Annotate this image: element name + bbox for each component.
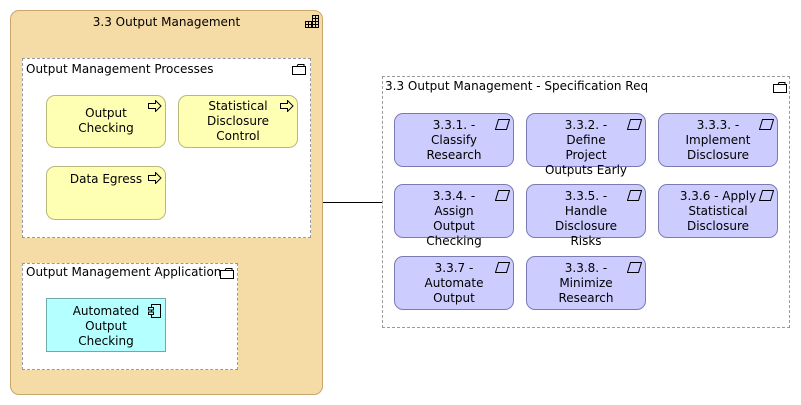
requirement-icon [495, 262, 510, 273]
output-management-title: 3.3 Output Management [92, 15, 241, 29]
processes-group-label: Output Management Processes [26, 62, 214, 76]
folder-icon [292, 64, 306, 75]
process-label: Statistical Disclosure Control [206, 99, 269, 143]
application-label: Automated Output Checking [72, 304, 140, 348]
requirement-label: 3.3.6 - Apply Statistical Disclosure [679, 189, 757, 233]
process-arrow-icon [148, 172, 162, 184]
folder-icon [220, 268, 234, 279]
association-connector[interactable] [323, 202, 383, 203]
requirement-icon [759, 190, 774, 201]
process-label: Data Egress [69, 172, 143, 186]
requirement-label: 3.3.1. - Classify Research [426, 118, 482, 162]
requirement-icon [495, 190, 510, 201]
requirement-icon [627, 190, 642, 201]
requirement-icon [759, 119, 774, 130]
application-group-label: Output Management Application [26, 265, 222, 279]
specification-group-label: 3.3 Output Management - Specification Re… [385, 79, 649, 93]
requirement-label: 3.3.8. - Minimize Research [558, 261, 614, 305]
folder-icon [773, 82, 787, 93]
requirement-icon [627, 119, 642, 130]
requirement-label: 3.3.2. - Define Project Outputs Early [544, 118, 628, 177]
process-label: Output Checking [78, 106, 134, 135]
requirement-label: 3.3.4. - Assign Output Checking [426, 189, 482, 248]
requirement-label: 3.3.7 - Automate Output [424, 261, 484, 305]
requirement-icon [627, 262, 642, 273]
process-arrow-icon [148, 100, 162, 112]
component-icon [148, 304, 161, 318]
grid-icon [305, 15, 319, 28]
requirement-icon [495, 119, 510, 130]
requirement-label: 3.3.3. - Implement Disclosure [685, 118, 751, 162]
process-arrow-icon [280, 100, 294, 112]
requirement-label: 3.3.5. - Handle Disclosure Risks [554, 189, 617, 248]
